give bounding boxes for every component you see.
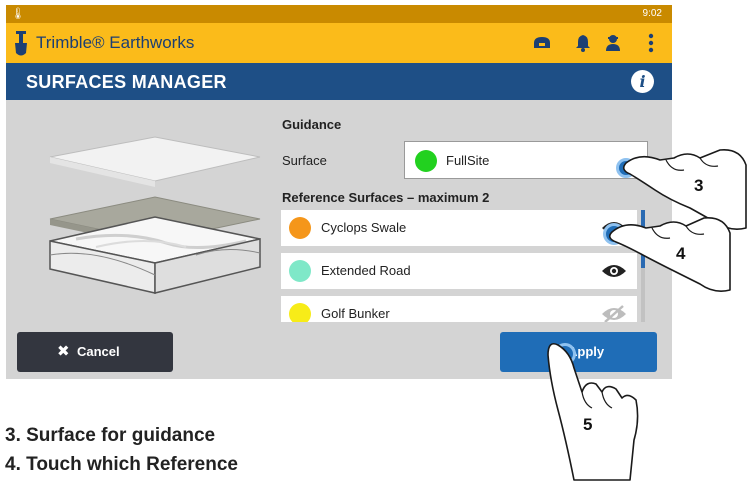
reference-list-scrollbar[interactable] [641, 210, 645, 322]
status-time: 9:02 [642, 8, 662, 19]
apply-button[interactable]: Apply [500, 332, 657, 372]
page-title-bar: SURFACES MANAGER i [6, 63, 672, 100]
touch-indicator-surface [616, 158, 636, 178]
step-4-callout: 4 [676, 244, 686, 263]
eye-icon[interactable] [601, 262, 627, 280]
reference-color-swatch [289, 260, 311, 282]
tablet-screen: 🌡 9:02 Trimble® Earthworks SURFACES MANA… [6, 5, 672, 379]
app-bar: Trimble® Earthworks [6, 23, 672, 63]
caption-step-4: 4. Touch which Reference [5, 454, 238, 475]
guidance-surface-select[interactable]: FullSite [404, 141, 648, 179]
caption-step-3: 3. Surface for guidance [5, 425, 216, 446]
reference-color-swatch [289, 217, 311, 239]
thermometer-icon: 🌡 [11, 8, 25, 20]
page-title: SURFACES MANAGER [26, 72, 227, 92]
scanner-icon[interactable] [531, 32, 555, 54]
status-bar: 🌡 9:02 [6, 5, 672, 23]
close-icon: ✖ [57, 343, 70, 360]
step-3-callout: 3 [694, 176, 704, 195]
info-icon[interactable]: i [631, 70, 654, 93]
reference-name: Cyclops Swale [321, 220, 407, 235]
scrollbar-thumb[interactable] [641, 210, 645, 268]
surface-label: Surface [282, 153, 327, 168]
surfaces-illustration [49, 136, 261, 294]
reference-heading: Reference Surfaces – maximum 2 [282, 190, 490, 205]
shovel-logo-icon [15, 31, 27, 56]
bell-icon[interactable] [572, 32, 596, 54]
touch-indicator-reference [603, 223, 625, 245]
guidance-surface-value: FullSite [446, 153, 490, 168]
reference-name: Extended Road [321, 263, 411, 278]
reference-item-cyclops-swale[interactable]: Cyclops Swale [281, 210, 637, 246]
cancel-button[interactable]: ✖ Cancel [17, 332, 173, 372]
reference-color-swatch [289, 303, 311, 322]
reference-item-golf-bunker[interactable]: Golf Bunker [281, 296, 637, 322]
touch-indicator-apply [554, 343, 576, 365]
step-5-callout: 5 [583, 415, 593, 434]
guidance-heading: Guidance [282, 117, 342, 132]
eye-hidden-icon[interactable] [601, 305, 627, 322]
app-title: Trimble® Earthworks [36, 33, 195, 52]
reference-item-extended-road[interactable]: Extended Road [281, 253, 637, 289]
kebab-menu-icon[interactable] [640, 32, 664, 54]
cancel-label: Cancel [77, 344, 120, 359]
person-icon[interactable] [602, 32, 626, 54]
reference-name: Golf Bunker [321, 306, 390, 321]
surface-color-swatch [415, 150, 437, 172]
